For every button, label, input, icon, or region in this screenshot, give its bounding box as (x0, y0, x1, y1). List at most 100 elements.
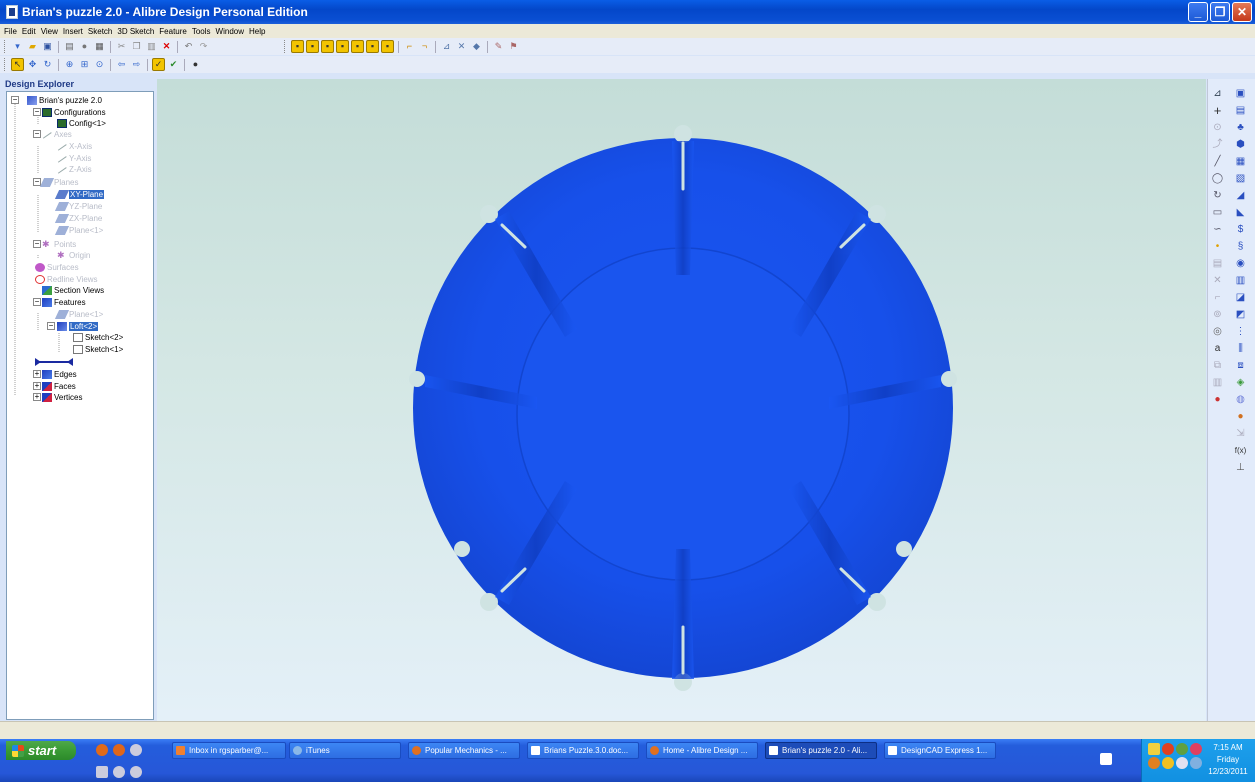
tree-item-root[interactable]: Brian's puzzle 2.0 (27, 95, 102, 106)
copy-sketch-icon[interactable]: ⧉ (1211, 359, 1224, 372)
properties-icon[interactable]: ⚑ (507, 40, 520, 53)
helix-icon[interactable]: $ (1234, 223, 1247, 236)
linear-pattern-icon[interactable]: ⋮ (1234, 325, 1247, 338)
tree-item-configurations[interactable]: Configurations (42, 107, 106, 118)
app-quicklaunch-icon[interactable] (130, 744, 142, 756)
tree-item-loft-2[interactable]: Loft<2> (57, 321, 99, 332)
sketch-activate-icon[interactable]: ⊿ (1211, 87, 1224, 100)
zoom-fit-icon[interactable]: ⊙ (93, 58, 106, 71)
tray-volume-icon[interactable] (1176, 757, 1188, 769)
delete-icon[interactable]: ✕ (160, 40, 173, 53)
menu-file[interactable]: File (4, 27, 17, 36)
redo-icon[interactable]: ↷ (197, 40, 210, 53)
trim-icon[interactable]: ✕ (1211, 274, 1224, 287)
menu-window[interactable]: Window (216, 27, 244, 36)
measure-tool-icon[interactable]: ⊥ (1234, 461, 1247, 474)
reference-icon[interactable]: ⇲ (1234, 427, 1247, 440)
collapse-toggle[interactable]: − (11, 96, 19, 104)
collapse-toggle[interactable]: − (47, 322, 55, 330)
zoom-icon[interactable]: ⊕ (63, 58, 76, 71)
clock[interactable]: 7:15 AM Friday 12/23/2011 (1205, 742, 1251, 778)
menu-tools[interactable]: Tools (192, 27, 211, 36)
tree-item-edges[interactable]: Edges (42, 369, 77, 380)
next-view-icon[interactable]: ⇨ (130, 58, 143, 71)
tray-bluetooth-icon[interactable] (1190, 757, 1202, 769)
browser-quicklaunch-icon[interactable] (113, 744, 125, 756)
tree-item-vertices[interactable]: Vertices (42, 392, 82, 403)
text-tool-icon[interactable]: ▤ (1211, 257, 1224, 270)
check-icon[interactable]: ✔ (167, 58, 180, 71)
view-top-icon[interactable]: ▪ (351, 40, 364, 53)
expand-toggle[interactable]: + (33, 393, 41, 401)
menu-insert[interactable]: Insert (63, 27, 83, 36)
annotation-icon[interactable]: a (1211, 342, 1224, 355)
view-bottom-icon[interactable]: ▪ (366, 40, 379, 53)
tree-item-features[interactable]: Features (42, 297, 86, 308)
minimize-button[interactable]: _ (1188, 2, 1208, 22)
tree-item-yz-plane[interactable]: YZ-Plane (54, 201, 102, 212)
mirror-feature-icon[interactable]: ⫼ (1234, 342, 1247, 355)
paste-icon[interactable]: ▥ (145, 40, 158, 53)
previous-view-icon[interactable]: ⇦ (115, 58, 128, 71)
shell-icon[interactable]: ▥ (1234, 274, 1247, 287)
view-right-icon[interactable]: ▪ (336, 40, 349, 53)
save-icon[interactable]: ▣ (41, 40, 54, 53)
tree-item-plane-1[interactable]: Plane<1> (54, 225, 103, 236)
rollback-bar[interactable] (35, 355, 75, 366)
close-button[interactable]: ✕ (1232, 2, 1252, 22)
plus-icon[interactable]: + (1211, 104, 1224, 117)
point-icon[interactable]: • (1211, 240, 1224, 253)
reverse-normal-icon[interactable]: ¬ (418, 40, 431, 53)
line-tool-icon[interactable]: ╱ (1211, 155, 1224, 168)
sketch-plane-icon[interactable]: ⊿ (440, 40, 453, 53)
tray-antivirus-icon[interactable] (1190, 743, 1202, 755)
pan-icon[interactable]: ✥ (26, 58, 39, 71)
settings-quicklaunch-icon[interactable] (130, 766, 142, 778)
extrude-icon[interactable]: ▣ (1234, 87, 1247, 100)
lock-icon[interactable]: ● (78, 40, 91, 53)
taskbar-item-inbox[interactable]: Inbox in rgsparber@... (172, 742, 286, 759)
tray-folder-icon[interactable] (1162, 757, 1174, 769)
tray-security-icon[interactable] (1162, 743, 1174, 755)
sweep-cut-icon[interactable]: ▧ (1234, 172, 1247, 185)
menu-help[interactable]: Help (249, 27, 265, 36)
view-left-icon[interactable]: ▪ (321, 40, 334, 53)
media-quicklaunch-icon[interactable] (113, 766, 125, 778)
collapse-toggle[interactable]: − (33, 298, 41, 306)
new-dropdown-icon[interactable]: ▾ (11, 40, 24, 53)
tree-item-surfaces[interactable]: Surfaces (35, 262, 79, 273)
expand-toggle[interactable]: + (33, 370, 41, 378)
collapse-toggle[interactable]: − (33, 130, 41, 138)
select-pointer-icon[interactable]: ↖ (11, 58, 24, 71)
menu-edit[interactable]: Edit (22, 27, 36, 36)
loft-cut-icon[interactable]: ◣ (1234, 206, 1247, 219)
sweep-icon[interactable]: ▦ (1234, 155, 1247, 168)
point-tool-icon[interactable]: ⊙ (1211, 121, 1224, 134)
tray-app-icon[interactable] (1148, 757, 1160, 769)
collapse-toggle[interactable]: − (33, 240, 41, 248)
tree-item-z-axis[interactable]: Z-Axis (57, 164, 92, 175)
revolve-cut-icon[interactable]: ⬢ (1234, 138, 1247, 151)
collapse-toggle[interactable]: − (33, 108, 41, 116)
draft-icon[interactable]: ◪ (1234, 291, 1247, 304)
toolbar-grip[interactable] (4, 58, 7, 71)
open-icon[interactable]: ▰ (26, 40, 39, 53)
desktop-quicklaunch-icon[interactable] (96, 766, 108, 778)
menu-3d-sketch[interactable]: 3D Sketch (117, 27, 154, 36)
tree-item-sketch-1[interactable]: Sketch<1> (73, 344, 123, 355)
menu-feature[interactable]: Feature (159, 27, 187, 36)
hole-icon[interactable]: ◉ (1234, 257, 1247, 270)
fillet-icon[interactable]: ⌐ (1211, 291, 1224, 304)
measure-icon[interactable]: ✎ (492, 40, 505, 53)
tree-item-xy-plane[interactable]: XY-Plane (54, 189, 105, 200)
rotate-icon[interactable]: ↻ (41, 58, 54, 71)
taskbar-item-word-doc[interactable]: Brians Puzzle.3.0.doc... (527, 742, 639, 759)
alibre-app-icon[interactable] (6, 5, 18, 19)
tray-update-icon[interactable] (1176, 743, 1188, 755)
taskbar-item-itunes[interactable]: iTunes (289, 742, 401, 759)
expand-toggle[interactable]: + (33, 382, 41, 390)
puzzle-model[interactable] (157, 79, 1206, 721)
start-button[interactable]: start (6, 741, 76, 760)
chamfer-icon[interactable]: ◩ (1234, 308, 1247, 321)
equations-icon[interactable]: f(x) (1234, 444, 1247, 457)
